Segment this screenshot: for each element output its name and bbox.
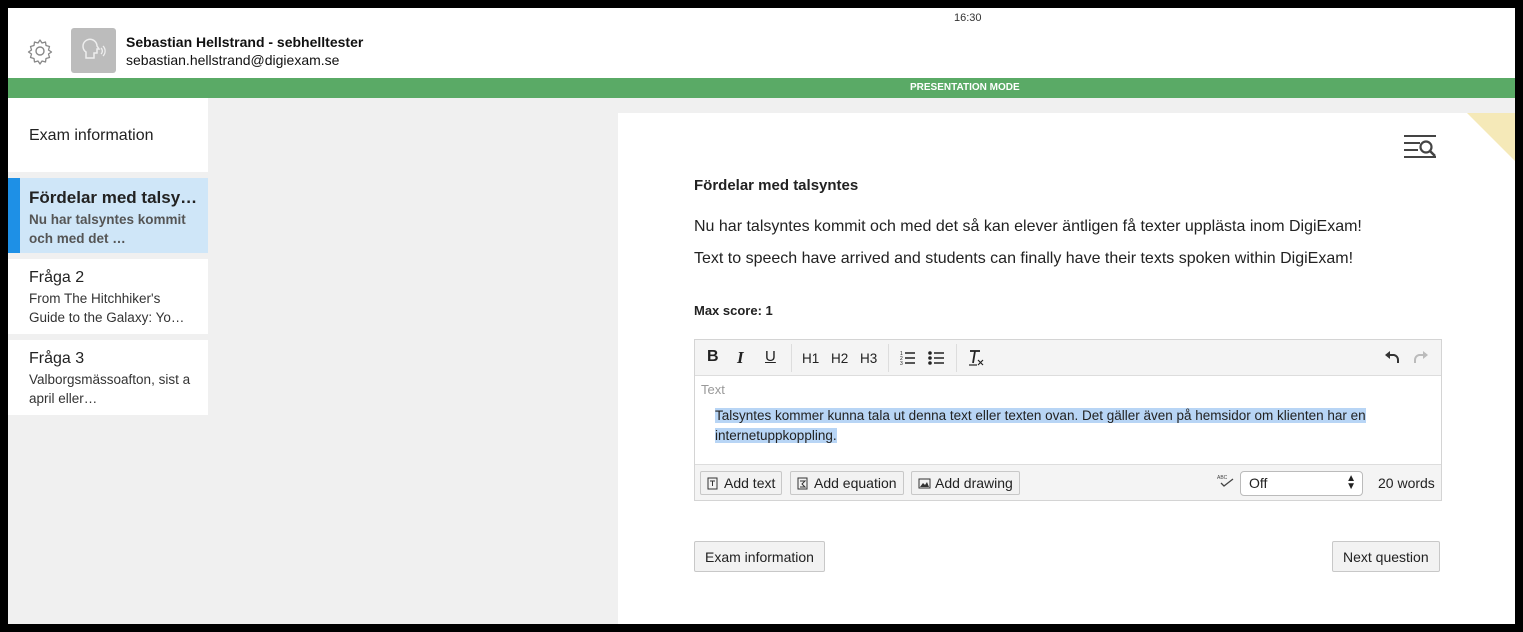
avatar — [71, 28, 116, 73]
undo-icon[interactable] — [1384, 350, 1400, 364]
svg-text:3: 3 — [900, 361, 903, 366]
add-drawing-button[interactable]: Add drawing — [911, 471, 1020, 495]
add-text-button[interactable]: Add text — [700, 471, 783, 495]
h2-button[interactable]: H2 — [831, 351, 848, 366]
exam-information-button[interactable]: Exam information — [694, 541, 825, 572]
sidebar-item-question-1[interactable]: Fördelar med talsy… Nu har talsyntes kom… — [8, 178, 208, 253]
selected-answer-text: Talsyntes kommer kunna tala ut denna tex… — [715, 408, 1366, 443]
word-count: 20 words — [1378, 475, 1435, 491]
add-equation-button[interactable]: Add equation — [790, 471, 904, 495]
sidebar-item-exam-information[interactable]: Exam information — [8, 98, 208, 172]
speaker-head-icon — [81, 38, 106, 59]
spellcheck-icon: ABC — [1217, 475, 1234, 487]
sidebar-item-title: Fråga 2 — [29, 269, 85, 286]
sidebar: Exam information Fördelar med talsy… Nu … — [8, 98, 208, 415]
text-to-speech-icon[interactable] — [1402, 131, 1438, 161]
bold-button[interactable]: B — [707, 348, 719, 366]
app-window: 16:30 Sebastian Hellstrand - sebhelltest… — [8, 8, 1515, 624]
answer-editor: B I U H1 H2 H3 1 2 3 Text Talsyntes komm… — [694, 339, 1442, 501]
text-box-icon — [707, 477, 718, 489]
sidebar-item-question-2[interactable]: Fråga 2 From The Hitchhiker's Guide to t… — [8, 259, 208, 334]
add-text-label: Add text — [724, 475, 776, 491]
corner-fold[interactable] — [1467, 113, 1515, 161]
next-question-button[interactable]: Next question — [1332, 541, 1440, 572]
question-title: Fördelar med talsyntes — [694, 177, 859, 194]
numbered-list-icon[interactable]: 1 2 3 — [900, 350, 916, 366]
sidebar-item-subtitle: Valborgsmässoafton, sist a april eller… — [29, 372, 191, 406]
status-time: 16:30 — [954, 12, 982, 24]
answer-text[interactable]: Talsyntes kommer kunna tala ut denna tex… — [715, 406, 1405, 446]
h1-button[interactable]: H1 — [802, 351, 819, 366]
mode-label: PRESENTATION MODE — [910, 82, 1020, 93]
add-drawing-label: Add drawing — [935, 475, 1013, 491]
user-name: Sebastian Hellstrand - sebhelltester — [126, 34, 364, 50]
sidebar-item-subtitle: From The Hitchhiker's Guide to the Galax… — [29, 291, 185, 325]
add-equation-label: Add equation — [814, 475, 897, 491]
max-score: Max score: 1 — [694, 303, 773, 318]
h3-button[interactable]: H3 — [860, 351, 877, 366]
drawing-icon — [918, 478, 931, 488]
question-text-english: Text to speech have arrived and students… — [694, 250, 1354, 267]
spellcheck-value: Off — [1249, 475, 1268, 491]
sidebar-item-subtitle: Nu har talsyntes kommit och med det … — [29, 212, 186, 246]
editor-toolbar: B I U H1 H2 H3 1 2 3 — [695, 340, 1441, 376]
sidebar-item-question-3[interactable]: Fråga 3 Valborgsmässoafton, sist a april… — [8, 340, 208, 415]
equation-icon — [797, 477, 808, 489]
gear-icon[interactable] — [26, 37, 54, 65]
clear-formatting-icon[interactable] — [967, 349, 985, 367]
italic-button[interactable]: I — [737, 348, 744, 368]
select-arrows-icon: ▲ ▼ — [1346, 473, 1356, 492]
underline-button[interactable]: U — [765, 348, 776, 365]
spellcheck-select[interactable]: Off ▲ ▼ — [1240, 471, 1363, 496]
editor-placeholder: Text — [701, 382, 725, 397]
svg-text:ABC: ABC — [1217, 475, 1228, 481]
user-email: sebastian.hellstrand@digiexam.se — [126, 52, 340, 68]
redo-icon[interactable] — [1413, 350, 1429, 364]
question-panel: Fördelar med talsyntes Nu har talsyntes … — [618, 113, 1515, 624]
question-text: Nu har talsyntes kommit och med det så k… — [694, 218, 1362, 235]
bullet-list-icon[interactable] — [928, 350, 945, 366]
header: 16:30 Sebastian Hellstrand - sebhelltest… — [8, 8, 1515, 78]
sidebar-item-title: Fråga 3 — [29, 350, 85, 367]
sidebar-item-title: Fördelar med talsy… — [29, 188, 198, 207]
presentation-mode-banner: PRESENTATION MODE — [8, 78, 1515, 98]
editor-footer: Add text Add equation Add drawing ABC Of… — [695, 464, 1441, 500]
